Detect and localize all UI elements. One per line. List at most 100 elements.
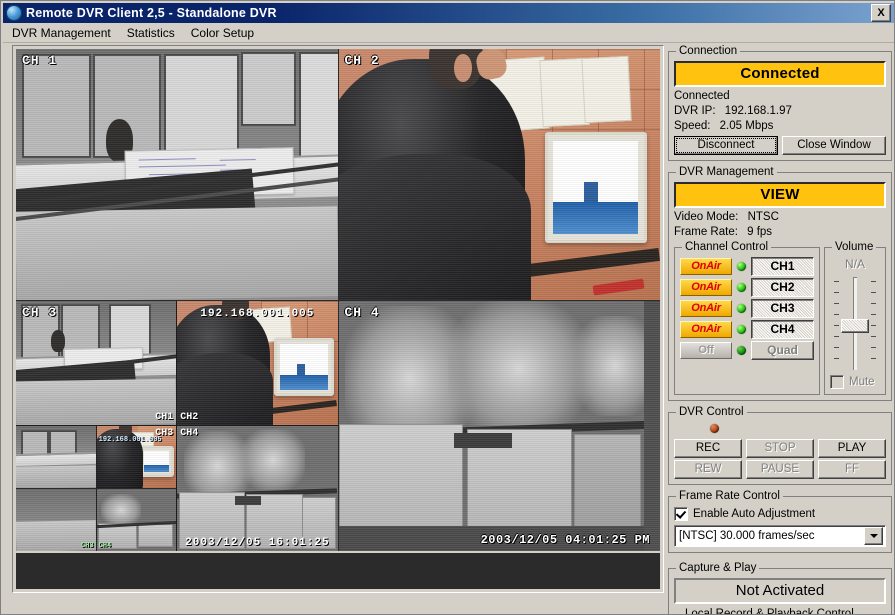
speed-row: Speed: 2.05 Mbps <box>674 120 886 132</box>
video-mode-label: Video Mode: <box>674 211 738 223</box>
channel-button-quad[interactable]: Quad <box>751 341 814 360</box>
rew-button[interactable]: REW <box>674 460 742 479</box>
onair-badge-ch3[interactable]: OnAir <box>680 300 732 317</box>
video-cell-ch2[interactable]: CH 2 <box>339 49 661 300</box>
channel-control-legend: Channel Control <box>682 241 771 253</box>
status-led-ch2 <box>737 283 746 292</box>
window-buttons: X <box>871 4 891 22</box>
channel-rows: OnAir CH1 OnAir CH2 OnAir <box>680 257 814 360</box>
status-led-ch3 <box>737 304 746 313</box>
video-label-ch3: CH 3 <box>22 305 57 320</box>
volume-slider-thumb[interactable] <box>841 319 869 333</box>
video-label-ch4: CH 4 <box>345 305 380 320</box>
stop-button[interactable]: STOP <box>746 439 814 458</box>
ff-button[interactable]: FF <box>818 460 886 479</box>
mute-checkbox[interactable] <box>830 375 844 389</box>
menu-item-dvr-management[interactable]: DVR Management <box>5 25 118 41</box>
capture-play-status-banner: Not Activated <box>674 578 886 604</box>
local-record-playback-legend: Local Record & Playback Control <box>682 608 857 615</box>
window-title: Remote DVR Client 2,5 - Standalone DVR <box>26 6 277 20</box>
connection-legend: Connection <box>676 45 740 57</box>
quad-inner-ip: 192.168.001.005 <box>99 436 162 444</box>
frame-rate-row: Frame Rate: 9 fps <box>674 226 886 238</box>
close-icon[interactable]: X <box>871 4 891 22</box>
capture-play-group: Capture & Play Not Activated Local Recor… <box>668 562 892 615</box>
video-label-ch1: CH 1 <box>22 53 57 68</box>
volume-legend: Volume <box>832 241 876 253</box>
control-panel: Connection Connected Connected DVR IP: 1… <box>668 45 892 615</box>
video-cell-ch1[interactable]: CH 1 <box>16 49 338 300</box>
channel-button-ch3[interactable]: CH3 <box>751 299 814 318</box>
dvr-control-buttons-row2: REW PAUSE FF <box>674 460 886 479</box>
channel-control-group: Channel Control OnAir CH1 OnAir CH2 <box>674 241 820 395</box>
channel-button-ch2[interactable]: CH2 <box>751 278 814 297</box>
channel-row-ch2: OnAir CH2 <box>680 278 814 297</box>
onair-badge-quad[interactable]: Off <box>680 342 732 359</box>
menu-item-statistics[interactable]: Statistics <box>120 25 182 41</box>
onair-badge-ch4[interactable]: OnAir <box>680 321 732 338</box>
menu-bar: DVR Management Statistics Color Setup <box>3 24 894 43</box>
dvr-client-window: Remote DVR Client 2,5 - Standalone DVR X… <box>0 0 895 615</box>
quad-sub-ch3: 192.168.001.005 CH3 <box>16 426 176 551</box>
onair-badge-ch1[interactable]: OnAir <box>680 258 732 275</box>
dvr-control-group: DVR Control REC STOP PLAY REW PAUSE FF <box>668 406 892 485</box>
camera-scene-ch2 <box>339 49 661 300</box>
video-mode-value: NTSC <box>748 211 779 223</box>
onair-badge-ch2[interactable]: OnAir <box>680 279 732 296</box>
video-label-ch2: CH 2 <box>345 53 380 68</box>
quad-ip-overlay: 192.168.001.005 <box>200 308 314 320</box>
volume-slider[interactable] <box>832 275 878 371</box>
video-timestamp-ch4: 2003/12/05 04:01:25 PM <box>481 533 650 547</box>
frame-rate-control-legend: Frame Rate Control <box>676 490 783 502</box>
dvr-control-legend: DVR Control <box>676 406 747 418</box>
mute-label: Mute <box>849 376 875 388</box>
auto-adjust-checkbox[interactable] <box>674 507 688 521</box>
status-led-quad <box>737 346 746 355</box>
dvr-control-led-row <box>674 423 886 435</box>
speed-value: 2.05 Mbps <box>720 120 774 132</box>
volume-value: N/A <box>830 257 880 271</box>
channel-row-ch4: OnAir CH4 <box>680 320 814 339</box>
globe-icon <box>6 5 22 21</box>
quad-timestamp: 2003/12/05 16:01:25 <box>185 537 329 549</box>
video-cell-ch4[interactable]: CH 4 2003/12/05 04:01:25 PM <box>339 301 661 552</box>
close-window-button[interactable]: Close Window <box>782 136 886 155</box>
video-display-area: CH 1 <box>12 45 664 593</box>
channel-row-ch1: OnAir CH1 <box>680 257 814 276</box>
channel-button-ch4[interactable]: CH4 <box>751 320 814 339</box>
play-button[interactable]: PLAY <box>818 439 886 458</box>
camera-scene-ch4 <box>339 301 661 552</box>
camera-scene-ch1 <box>16 49 338 300</box>
connection-buttons: Disconnect Close Window <box>674 136 886 155</box>
channel-button-ch1[interactable]: CH1 <box>751 257 814 276</box>
camera-scene-ch3-quad: CH1 <box>16 301 338 552</box>
dvr-control-buttons-row1: REC STOP PLAY <box>674 439 886 458</box>
dvr-management-group: DVR Management VIEW Video Mode: NTSC Fra… <box>668 166 892 401</box>
disconnect-button[interactable]: Disconnect <box>674 136 778 155</box>
connection-status-banner: Connected <box>674 61 886 87</box>
mute-row: Mute <box>830 375 880 389</box>
video-bottom-bar <box>16 553 660 589</box>
video-cell-ch3[interactable]: CH1 <box>16 301 338 552</box>
channel-row-quad: Off Quad <box>680 341 814 360</box>
dvr-management-legend: DVR Management <box>676 166 777 178</box>
quad-label-ch1: CH1 <box>155 412 173 423</box>
quad-sub-ch4: CH4 2003/12/05 16:01:25 <box>177 426 337 551</box>
quad-label-ch3: CH3 <box>155 428 173 439</box>
frame-rate-dropdown-value: [NTSC] 30.000 frames/sec <box>675 530 864 542</box>
quad-inner-label-ch4: CH4 <box>99 542 112 550</box>
auto-adjust-label: Enable Auto Adjustment <box>693 508 815 520</box>
frame-rate-value: 9 fps <box>747 226 772 238</box>
rec-button[interactable]: REC <box>674 439 742 458</box>
quad-inner-label-ch3: CH3 <box>81 542 94 550</box>
video-mode-row: Video Mode: NTSC <box>674 211 886 223</box>
channel-row-ch3: OnAir CH3 <box>680 299 814 318</box>
pause-button[interactable]: PAUSE <box>746 460 814 479</box>
speed-label: Speed: <box>674 120 710 132</box>
volume-group: Volume N/A <box>824 241 886 395</box>
chevron-down-icon[interactable] <box>864 527 883 545</box>
quad-label-ch4: CH4 <box>180 428 198 439</box>
menu-item-color-setup[interactable]: Color Setup <box>184 25 261 41</box>
record-status-led <box>710 424 719 433</box>
frame-rate-dropdown[interactable]: [NTSC] 30.000 frames/sec <box>674 525 886 547</box>
